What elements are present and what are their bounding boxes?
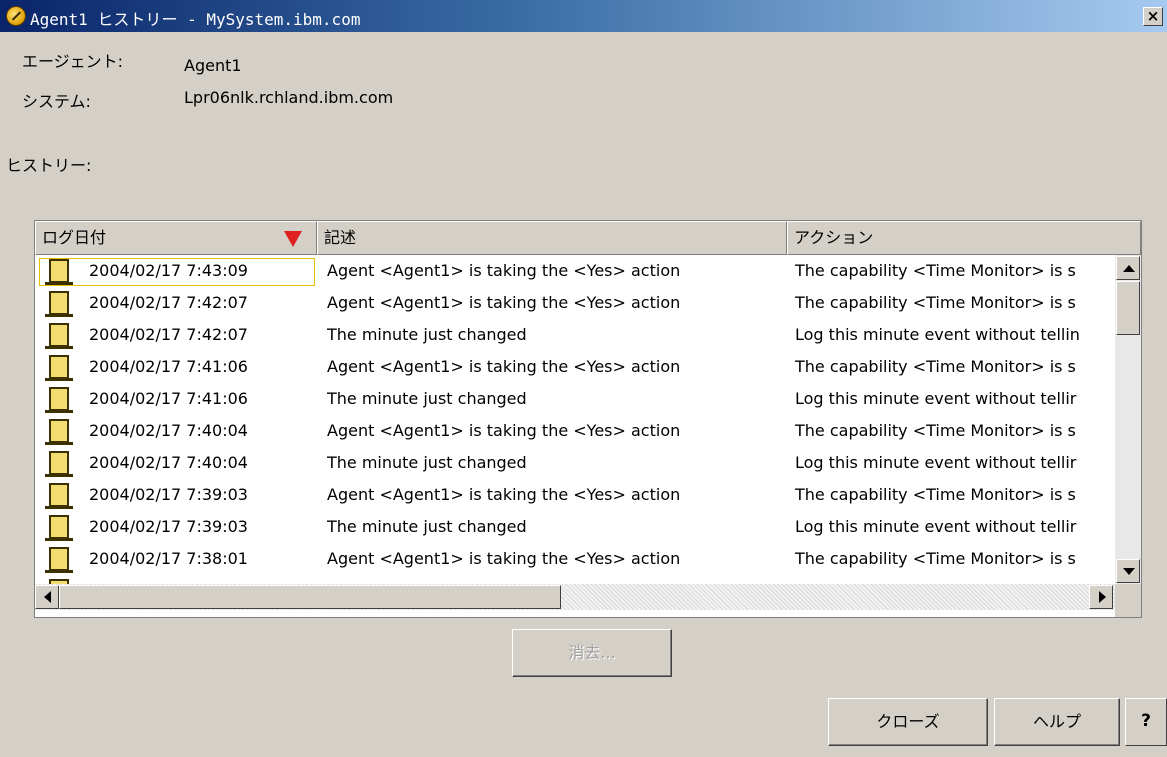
scroll-right-arrow-icon <box>1099 591 1106 603</box>
table-row[interactable]: 2004/02/17 7:41:06 Agent <Agent1> is taki… <box>35 351 1115 383</box>
agent-label: エージェント: <box>22 52 124 71</box>
action-cell: Log this minute event without tellir <box>795 453 1077 472</box>
column-header-action-label: アクション <box>794 228 874 247</box>
scroll-up-arrow-icon <box>1123 265 1135 272</box>
agent-app-icon <box>6 6 26 26</box>
log-document-icon <box>45 451 73 477</box>
log-date-cell: 2004/02/17 7:39:03 <box>89 517 248 536</box>
action-cell: Log this minute event without tellir <box>795 517 1077 536</box>
vertical-scroll-thumb[interactable] <box>1116 281 1140 335</box>
system-label: システム: <box>22 92 91 111</box>
log-date-cell: 2004/02/17 7:41:06 <box>89 389 248 408</box>
description-cell: Agent <Agent1> is taking the <Yes> actio… <box>327 261 681 280</box>
description-cell: Agent <Agent1> is taking the <Yes> actio… <box>327 549 681 568</box>
horizontal-scroll-thumb[interactable] <box>59 585 561 609</box>
table-row[interactable]: 2004/02/17 7:38:01 Agent <Agent1> is taki… <box>35 543 1115 575</box>
log-document-icon <box>45 355 73 381</box>
description-cell: Agent <Agent1> is taking the <Yes> actio… <box>327 357 681 376</box>
action-cell: Log this minute event without tellir <box>795 389 1077 408</box>
action-cell: The capability <Time Monitor> is s <box>795 485 1076 504</box>
table-row[interactable]: 2004/02/17 7:39:03 Agent <Agent1> is taki… <box>35 479 1115 511</box>
scrollbar-corner <box>1115 584 1141 617</box>
table-row[interactable]: 2004/02/17 7:40:04 Agent <Agent1> is taki… <box>35 415 1115 447</box>
log-document-icon <box>45 323 73 349</box>
description-cell: Agent <Agent1> is taking the <Yes> actio… <box>327 293 681 312</box>
action-cell: The capability <Time Monitor> is s <box>795 261 1076 280</box>
scroll-right-button[interactable] <box>1089 585 1113 609</box>
vertical-scrollbar[interactable] <box>1115 255 1141 584</box>
description-cell: The minute just changed <box>327 453 527 472</box>
table-row[interactable]: 2004/02/17 7:41:06 The minute just change… <box>35 383 1115 415</box>
log-document-icon <box>45 291 73 317</box>
log-date-cell: 2004/02/17 7:40:04 <box>89 421 248 440</box>
scroll-left-arrow-icon <box>44 591 51 603</box>
log-document-icon <box>45 547 73 573</box>
agent-value: Agent1 <box>184 56 242 75</box>
log-date-cell: 2004/02/17 7:43:09 <box>89 261 248 280</box>
window-title: Agent1 ヒストリー - MySystem.ibm.com <box>30 10 361 29</box>
table-row[interactable]: 2004/02/17 7:42:07 The minute just change… <box>35 319 1115 351</box>
action-cell: The capability <Time Monitor> is s <box>795 293 1076 312</box>
action-cell: The capability <Time Monitor> is s <box>795 549 1076 568</box>
scroll-down-button[interactable] <box>1116 559 1140 583</box>
close-button[interactable]: クローズ <box>828 698 988 746</box>
description-cell: Agent <Agent1> is taking the <Yes> actio… <box>327 485 681 504</box>
table-row[interactable]: 2004/02/17 7:39:03 The minute just change… <box>35 511 1115 543</box>
log-date-cell: 2004/02/17 7:39:03 <box>89 485 248 504</box>
log-date-cell: 2004/02/17 7:42:07 <box>89 293 248 312</box>
log-date-cell: 2004/02/17 7:42:07 <box>89 325 248 344</box>
description-cell: The minute just changed <box>327 325 527 344</box>
log-document-icon <box>45 483 73 509</box>
sort-descending-icon <box>284 231 302 247</box>
column-header-action[interactable]: アクション <box>787 221 1141 255</box>
log-date-cell: 2004/02/17 7:40:04 <box>89 453 248 472</box>
column-header-log-date[interactable]: ログ日付 <box>35 221 317 255</box>
action-cell: Log this minute event without tellin <box>795 325 1080 344</box>
scroll-down-arrow-icon <box>1123 568 1135 575</box>
log-document-icon <box>45 515 73 541</box>
log-date-cell: 2004/02/17 7:41:06 <box>89 357 248 376</box>
history-rows: 2004/02/17 7:43:09 Agent <Agent1> is taki… <box>35 255 1115 584</box>
title-bar: Agent1 ヒストリー - MySystem.ibm.com × <box>0 0 1167 32</box>
description-cell: Agent <Agent1> is taking the <Yes> actio… <box>327 421 681 440</box>
system-value: Lpr06nlk.rchland.ibm.com <box>184 88 394 107</box>
history-label: ヒストリー: <box>6 156 92 175</box>
horizontal-scrollbar[interactable] <box>35 584 1115 610</box>
table-row[interactable]: 2004/02/17 7:43:09 Agent <Agent1> is taki… <box>35 255 1115 287</box>
close-window-button[interactable]: × <box>1143 7 1163 26</box>
description-cell: The minute just changed <box>327 389 527 408</box>
description-cell: The minute just changed <box>327 517 527 536</box>
table-row[interactable]: 2004/02/17 7:40:04 The minute just change… <box>35 447 1115 479</box>
log-document-icon <box>45 387 73 413</box>
table-row[interactable]: 2004/02/17 7:42:07 Agent <Agent1> is taki… <box>35 287 1115 319</box>
log-date-cell: 2004/02/17 7:38:01 <box>89 549 248 568</box>
scroll-up-button[interactable] <box>1116 256 1140 280</box>
column-header-log-date-label: ログ日付 <box>42 228 107 247</box>
action-cell: The capability <Time Monitor> is s <box>795 421 1076 440</box>
column-header-description-label: 記述 <box>324 228 357 247</box>
context-help-button[interactable]: ? <box>1125 698 1167 746</box>
action-cell: The capability <Time Monitor> is s <box>795 357 1076 376</box>
column-header-description[interactable]: 記述 <box>317 221 787 255</box>
log-document-icon <box>45 419 73 445</box>
history-table: ログ日付 記述 アクション 2004/02/17 7:43:09 Agent <A… <box>34 220 1142 618</box>
log-document-icon <box>45 259 73 285</box>
delete-button[interactable]: 消去... <box>512 629 672 677</box>
scroll-left-button[interactable] <box>35 585 59 609</box>
help-button[interactable]: ヘルプ <box>994 698 1120 746</box>
